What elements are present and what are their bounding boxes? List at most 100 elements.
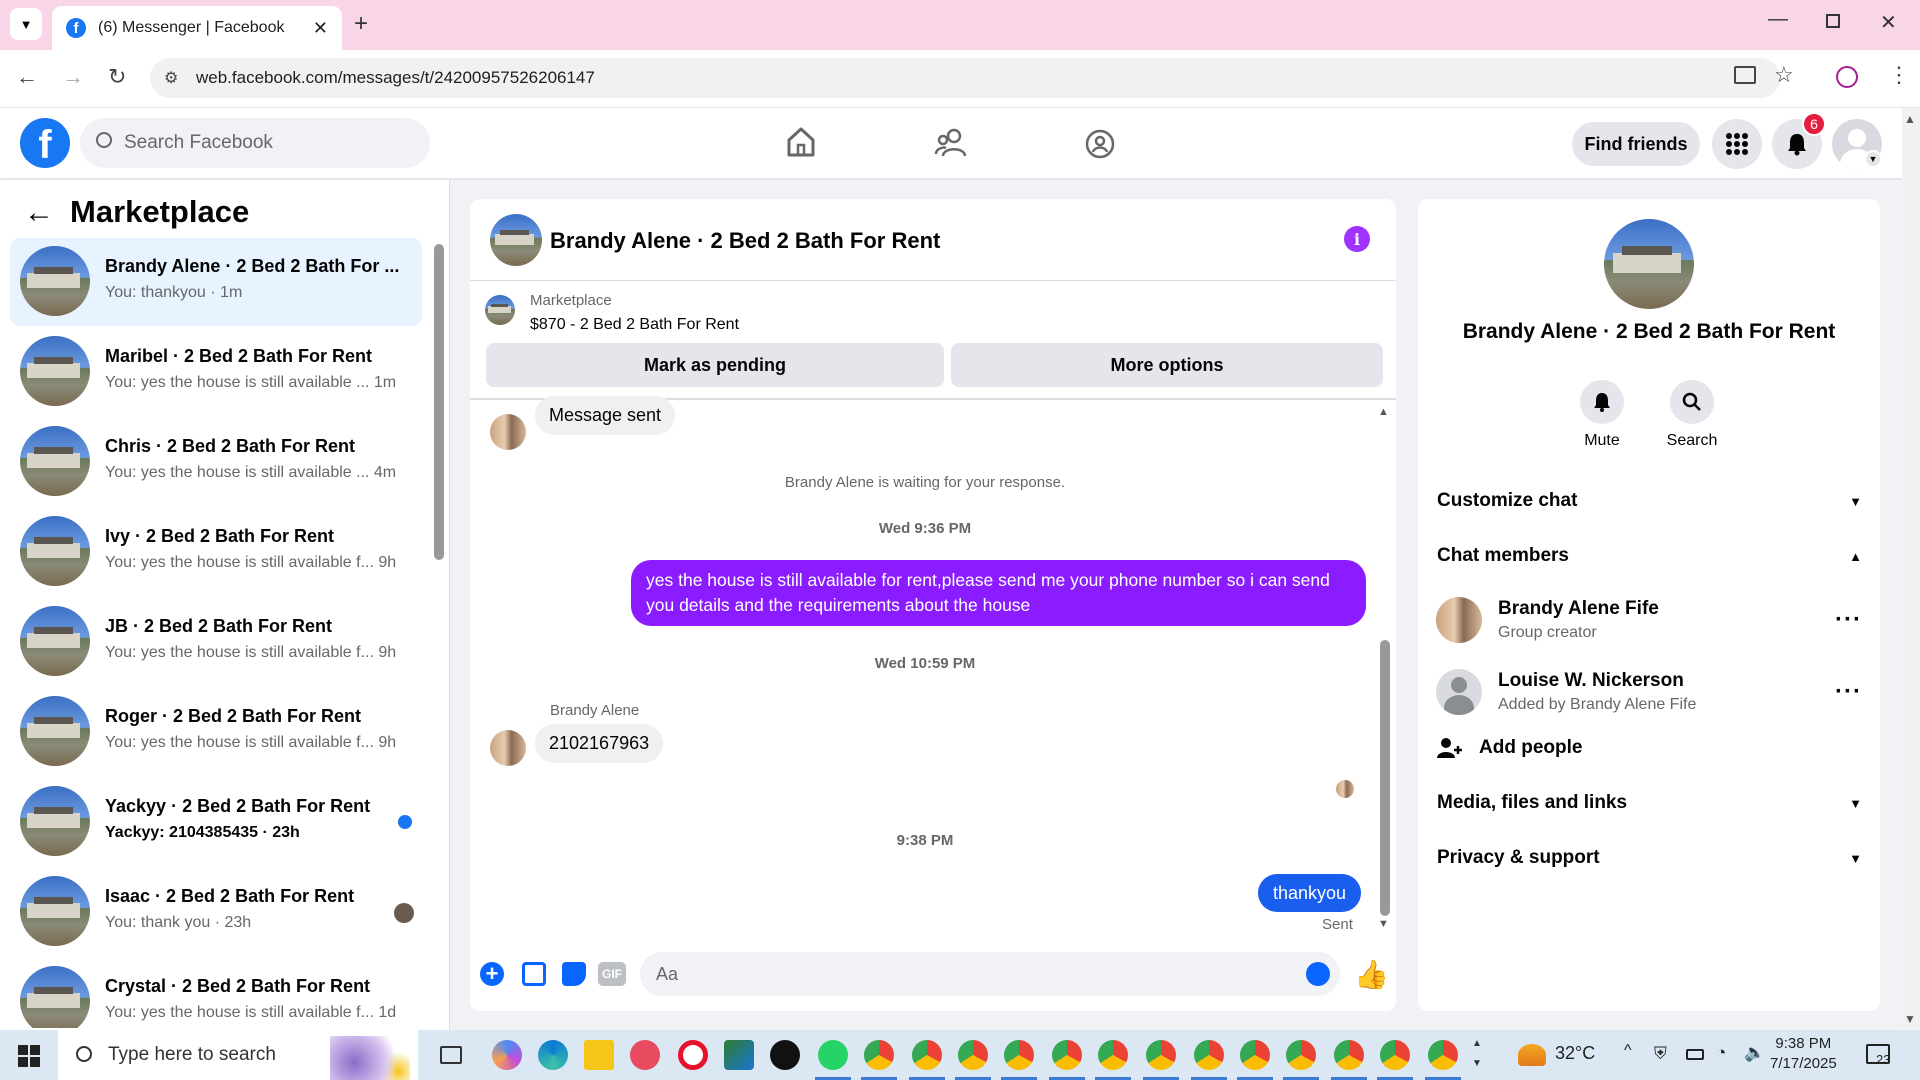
profile-icon[interactable] (1836, 66, 1858, 88)
conversation-item[interactable]: Maribel · 2 Bed 2 Bath For Rent You: yes… (10, 328, 422, 416)
chrome-profile-app-icon[interactable] (1334, 1040, 1364, 1070)
chrome-profile-app-icon[interactable] (1240, 1040, 1270, 1070)
taskbar-clock[interactable]: 9:38 PM 7/17/2025 (1770, 1034, 1837, 1074)
mark-as-pending-button[interactable]: Mark as pending (486, 343, 944, 387)
security-icon[interactable]: ⛨ (1654, 1044, 1667, 1064)
conversation-item[interactable]: Chris · 2 Bed 2 Bath For Rent You: yes t… (10, 418, 422, 506)
scroll-down-icon[interactable]: ▼ (1904, 1012, 1916, 1026)
chrome-profile-app-icon[interactable] (1098, 1040, 1128, 1070)
more-icon[interactable]: ··· (1835, 606, 1862, 634)
chat-title[interactable]: Brandy Alene · 2 Bed 2 Bath For Rent (550, 228, 940, 254)
back-arrow-icon[interactable]: ← (16, 64, 38, 90)
chat-details-avatar[interactable] (1604, 219, 1694, 309)
info-icon[interactable]: i (1344, 226, 1370, 252)
tab-close-icon[interactable]: ✕ (313, 18, 328, 39)
tab-list-button[interactable]: ▼ (10, 8, 42, 40)
play-games-app-icon[interactable] (724, 1040, 754, 1070)
groups-icon[interactable] (1084, 128, 1116, 165)
volume-icon[interactable]: 🔈 (1744, 1043, 1765, 1063)
chrome-profile-app-icon[interactable] (1004, 1040, 1034, 1070)
back-arrow-icon[interactable]: ← (24, 196, 54, 230)
chrome-profile-app-icon[interactable] (1286, 1040, 1316, 1070)
wifi-icon[interactable]: ◔ (1716, 1043, 1726, 1063)
thumbs-up-icon[interactable]: 👍 (1354, 958, 1389, 991)
chrome-profile-app-icon[interactable] (958, 1040, 988, 1070)
task-view-icon[interactable] (440, 1046, 462, 1064)
conversation-item[interactable]: Isaac · 2 Bed 2 Bath For Rent You: thank… (10, 868, 422, 956)
media-files-links-section[interactable]: Media, files and links ▼ (1437, 792, 1862, 814)
chrome-profile-app-icon[interactable] (912, 1040, 942, 1070)
facebook-search-input[interactable]: Search Facebook (80, 118, 430, 168)
scroll-up-icon[interactable]: ▲ (1904, 112, 1916, 126)
scroll-down-icon[interactable]: ▼ (1378, 918, 1389, 930)
site-settings-icon[interactable]: ⚙ (164, 68, 178, 88)
search-icon (76, 1046, 92, 1062)
more-options-button[interactable]: More options (951, 343, 1383, 387)
message-input[interactable]: Aa (640, 952, 1340, 996)
install-app-icon[interactable] (1734, 66, 1756, 84)
conversation-item[interactable]: JB · 2 Bed 2 Bath For Rent You: yes the … (10, 598, 422, 686)
weather-temperature[interactable]: 32°C (1555, 1043, 1595, 1064)
photo-icon[interactable] (522, 962, 546, 986)
browser-menu-icon[interactable]: ⋮ (1888, 62, 1910, 88)
chrome-profile-app-icon[interactable] (1380, 1040, 1410, 1070)
chrome-app-icon[interactable] (864, 1040, 894, 1070)
window-close-button[interactable]: ✕ (1880, 10, 1897, 35)
find-friends-button[interactable]: Find friends (1572, 122, 1700, 166)
new-tab-button[interactable]: + (354, 10, 368, 38)
chat-scrollbar[interactable] (1380, 640, 1390, 916)
customize-chat-section[interactable]: Customize chat ▼ (1437, 490, 1862, 512)
listing-thumbnail[interactable] (485, 295, 515, 325)
url-input[interactable]: web.facebook.com/messages/t/242009575262… (150, 58, 1780, 98)
chrome-profile-app-icon[interactable] (1052, 1040, 1082, 1070)
chrome-profile-app-icon[interactable] (1428, 1040, 1458, 1070)
chrome-profile-app-icon[interactable] (1146, 1040, 1176, 1070)
file-explorer-app-icon[interactable] (584, 1040, 614, 1070)
weather-icon[interactable] (1518, 1044, 1546, 1066)
page-scrollbar[interactable] (1902, 108, 1920, 1028)
facebook-logo-icon[interactable]: f (20, 118, 70, 168)
search-in-chat-button[interactable]: Search (1652, 380, 1732, 450)
restore-button[interactable] (1826, 14, 1840, 28)
whatsapp-app-icon[interactable] (818, 1040, 848, 1070)
conversation-item[interactable]: Crystal · 2 Bed 2 Bath For Rent You: yes… (10, 958, 422, 1028)
scroll-up-icon[interactable]: ▲ (1378, 406, 1389, 418)
minimize-button[interactable]: — (1768, 8, 1788, 31)
chrome-profile-app-icon[interactable] (1194, 1040, 1224, 1070)
system-tray-chevron-icon[interactable]: ^ (1624, 1042, 1632, 1060)
conversation-item[interactable]: Roger · 2 Bed 2 Bath For Rent You: yes t… (10, 688, 422, 776)
snipping-tool-app-icon[interactable] (630, 1040, 660, 1070)
add-people-button[interactable]: Add people (1437, 736, 1582, 760)
conversation-item[interactable]: Yackyy · 2 Bed 2 Bath For Rent Yackyy: 2… (10, 778, 422, 866)
conversation-item[interactable]: Ivy · 2 Bed 2 Bath For Rent You: yes the… (10, 508, 422, 596)
battery-icon[interactable] (1686, 1049, 1704, 1060)
sticker-icon[interactable] (562, 962, 586, 986)
bookmark-star-icon[interactable]: ☆ (1774, 62, 1794, 88)
member-row[interactable]: Brandy Alene Fife Group creator ··· (1436, 592, 1862, 648)
chat-avatar[interactable] (490, 214, 542, 266)
copilot-app-icon[interactable] (492, 1040, 522, 1070)
plus-icon[interactable]: + (480, 961, 504, 986)
mute-button[interactable]: Mute (1562, 380, 1642, 450)
menu-grid-button[interactable] (1712, 119, 1762, 169)
listing-title[interactable]: $870 - 2 Bed 2 Bath For Rent (530, 316, 739, 334)
browser-tab[interactable]: f (6) Messenger | Facebook ✕ (52, 6, 342, 50)
opera-app-icon[interactable] (678, 1040, 708, 1070)
privacy-support-section[interactable]: Privacy & support ▼ (1437, 847, 1862, 869)
chat-members-section[interactable]: Chat members ▲ (1437, 545, 1862, 567)
tiktok-app-icon[interactable] (770, 1040, 800, 1070)
edge-app-icon[interactable] (538, 1040, 568, 1070)
emoji-icon[interactable] (1306, 962, 1330, 986)
windows-start-icon[interactable] (18, 1045, 40, 1072)
member-row[interactable]: Louise W. Nickerson Added by Brandy Alen… (1436, 664, 1862, 720)
account-chevron-icon[interactable]: ▼ (1864, 150, 1882, 168)
more-icon[interactable]: ··· (1835, 678, 1862, 706)
sidebar-scrollbar[interactable] (434, 244, 444, 560)
conversation-item[interactable]: Brandy Alene · 2 Bed 2 Bath For ... You:… (10, 238, 422, 326)
reload-icon[interactable]: ↻ (108, 64, 126, 90)
gif-icon[interactable]: GIF (598, 962, 626, 986)
taskbar-overflow-icon[interactable]: ▲ ▼ (1472, 1034, 1482, 1074)
home-icon[interactable] (786, 126, 816, 163)
friends-icon[interactable] (934, 128, 968, 163)
forward-arrow-icon[interactable]: → (62, 64, 84, 90)
